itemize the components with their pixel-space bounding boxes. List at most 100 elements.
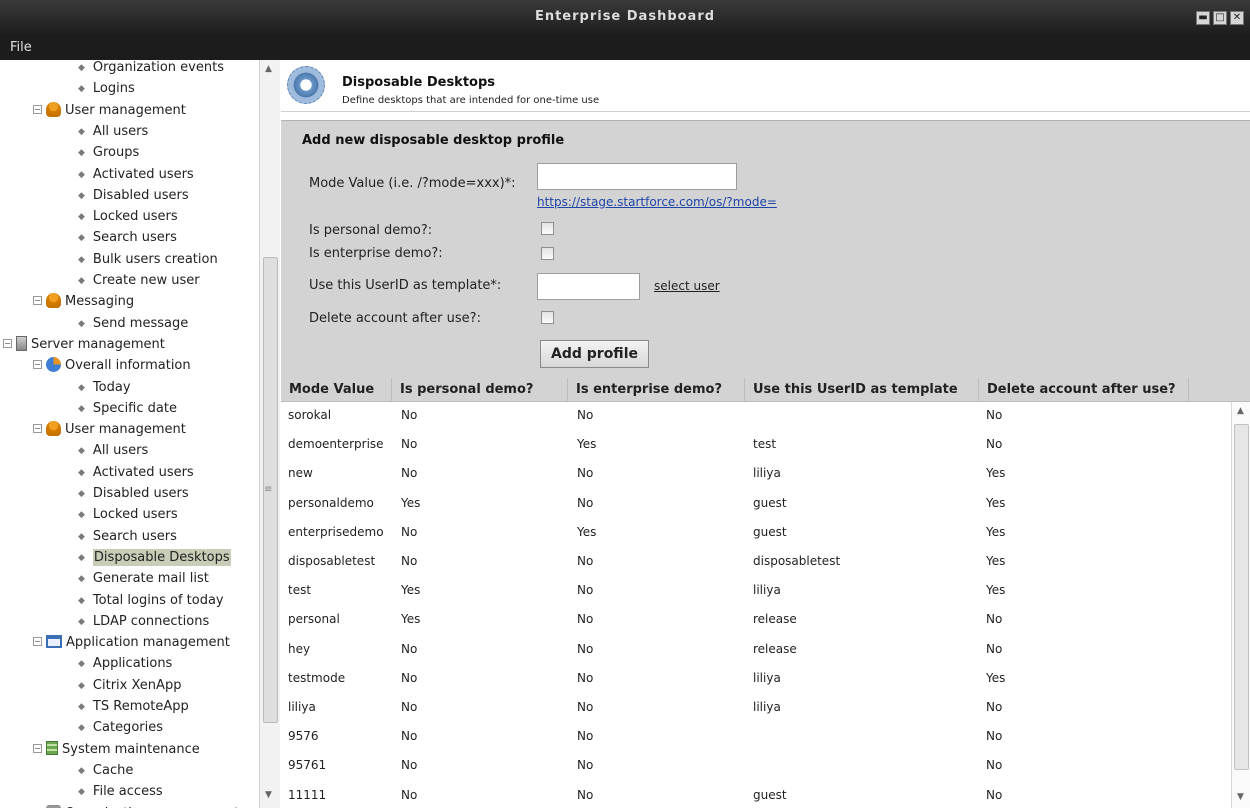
sidebar-item[interactable]: ◆ File access [78, 781, 163, 802]
sidebar-group[interactable]: − Server management [3, 334, 165, 355]
cell-enterprise-demo: No [577, 758, 594, 773]
personal-demo-checkbox[interactable] [541, 222, 554, 235]
sidebar-group[interactable]: − Overall information [33, 355, 191, 376]
enterprise-demo-checkbox[interactable] [541, 247, 554, 260]
sidebar-group[interactable]: −Organization management [33, 803, 239, 808]
sidebar-group[interactable]: − System maintenance [33, 739, 200, 760]
sidebar-item[interactable]: ◆ LDAP connections [78, 611, 209, 632]
sidebar-scrollbar[interactable]: ▲ ▼ [259, 60, 280, 808]
sidebar-item[interactable]: ◆ Citrix XenApp [78, 675, 181, 696]
sidebar-item[interactable]: ◆ Activated users [78, 462, 194, 483]
delete-after-use-checkbox[interactable] [541, 311, 554, 324]
cell-personal-demo: Yes [401, 495, 421, 510]
sidebar-item-label: Cache [92, 762, 134, 778]
close-icon[interactable]: ✕ [1230, 11, 1244, 25]
mode-value-input[interactable] [537, 163, 737, 190]
sidebar-item[interactable]: ◆ Total logins of today [78, 590, 224, 611]
table-row[interactable]: test Yes No liliya Yes [281, 577, 1231, 606]
column-header-template[interactable]: Use this UserID as template [745, 378, 979, 402]
sidebar-item-label: Bulk users creation [92, 251, 218, 267]
sidebar-item[interactable]: ◆ Specific date [78, 398, 177, 419]
collapse-icon[interactable]: − [33, 296, 42, 306]
column-header-delete-after-use[interactable]: Delete account after use? [979, 378, 1189, 402]
table-row[interactable]: demoenterprise No Yes test No [281, 431, 1231, 460]
sidebar-item[interactable]: ◆ Cache [78, 760, 133, 781]
sidebar-item[interactable]: ◆ Groups [78, 142, 139, 163]
sidebar-item[interactable]: ◆ TS RemoteApp [78, 696, 189, 717]
cell-mode-value: 11111 [288, 787, 327, 802]
collapse-icon[interactable]: − [33, 743, 42, 753]
select-user-link[interactable]: select user [654, 279, 720, 293]
sidebar-item[interactable]: ◆ Search users [78, 526, 177, 547]
sidebar-item[interactable]: ◆ Disposable Desktops [78, 547, 231, 568]
sidebar-item[interactable]: ◆ Logins [78, 78, 135, 99]
table-row[interactable]: sorokal No No No [281, 402, 1231, 431]
sidebar-item[interactable]: ◆ Applications [78, 653, 172, 674]
cell-personal-demo: No [401, 554, 418, 568]
sidebar-item[interactable]: ◆ All users [78, 440, 148, 461]
table-row[interactable]: enterprisedemo No Yes guest Yes [281, 519, 1231, 548]
add-profile-button[interactable]: Add profile [540, 340, 649, 368]
sidebar-item[interactable]: ◆ Search users [78, 227, 177, 248]
user-icon [46, 421, 61, 437]
scroll-down-icon[interactable]: ▼ [1237, 792, 1244, 802]
collapse-icon[interactable]: − [3, 338, 12, 348]
bullet-icon: ◆ [78, 574, 85, 585]
table-row[interactable]: 11111 No No guest No [281, 782, 1231, 808]
sidebar-item[interactable]: ◆ Organization events [78, 60, 224, 78]
minimize-icon[interactable]: ▬ [1196, 11, 1210, 25]
sidebar-item[interactable]: ◆ Disabled users [78, 483, 189, 504]
sidebar-item-label: Messaging [65, 294, 135, 310]
cell-enterprise-demo: No [577, 583, 594, 598]
splitter-grip-icon[interactable]: ≡ [264, 484, 272, 495]
column-header-enterprise-demo[interactable]: Is enterprise demo? [568, 378, 745, 402]
profiles-table: sorokal No No No demoenterprise No Yes test No ne… [281, 402, 1231, 808]
sidebar-item[interactable]: ◆ Generate mail list [78, 568, 209, 589]
table-row[interactable]: testmode No No liliya Yes [281, 665, 1231, 694]
cell-delete-after-use: No [986, 700, 1003, 714]
sidebar-item[interactable]: ◆ Activated users [78, 164, 194, 185]
table-row[interactable]: new No No liliya Yes [281, 460, 1231, 489]
table-row[interactable]: hey No No release No [281, 636, 1231, 665]
sidebar-item[interactable]: ◆ Categories [78, 717, 163, 738]
sidebar-item[interactable]: ◆ Today [78, 377, 131, 398]
collapse-icon[interactable]: − [33, 104, 42, 114]
column-header-personal-demo[interactable]: Is personal demo? [392, 378, 568, 402]
scroll-up-icon[interactable]: ▲ [265, 64, 272, 74]
sidebar-item-label: Search users [92, 230, 177, 246]
sidebar-item[interactable]: ◆ Disabled users [78, 185, 189, 206]
collapse-icon[interactable]: − [33, 360, 42, 370]
window-icon [46, 635, 62, 649]
server-icon [16, 335, 27, 351]
scroll-up-icon[interactable]: ▲ [1237, 406, 1244, 416]
sidebar-item-label: Search users [92, 528, 177, 544]
collapse-icon[interactable]: − [33, 637, 42, 647]
table-scrollbar[interactable]: ▲ ▼ [1231, 402, 1250, 808]
sidebar-group[interactable]: − User management [33, 100, 186, 121]
table-row[interactable]: 9576 No No No [281, 723, 1231, 752]
scroll-down-icon[interactable]: ▼ [265, 790, 272, 800]
sidebar-group[interactable]: − User management [33, 419, 186, 440]
cell-mode-value: enterprisedemo [288, 524, 384, 539]
maximize-icon[interactable]: □ [1213, 11, 1227, 25]
table-row[interactable]: personal Yes No release No [281, 606, 1231, 635]
cell-template: liliya [753, 670, 781, 685]
table-scroll-thumb[interactable] [1234, 424, 1249, 770]
sidebar-group[interactable]: − Application management [33, 632, 230, 653]
table-row[interactable]: disposabletest No No disposabletest Yes [281, 548, 1231, 577]
mode-url-link[interactable]: https://stage.startforce.com/os/?mode= [537, 195, 777, 209]
sidebar-item[interactable]: ◆ Bulk users creation [78, 249, 218, 270]
sidebar-item[interactable]: ◆ All users [78, 121, 148, 142]
sidebar-item[interactable]: ◆ Send message [78, 313, 188, 334]
sidebar-group[interactable]: − Messaging [33, 291, 134, 312]
table-row[interactable]: personaldemo Yes No guest Yes [281, 490, 1231, 519]
table-row[interactable]: 95761 No No No [281, 752, 1231, 781]
sidebar-item[interactable]: ◆ Create new user [78, 270, 200, 291]
collapse-icon[interactable]: − [33, 424, 42, 434]
sidebar-item[interactable]: ◆ Locked users [78, 504, 178, 525]
sidebar-item[interactable]: ◆ Locked users [78, 206, 178, 227]
menu-file[interactable]: File [10, 40, 32, 55]
template-userid-input[interactable] [537, 273, 640, 300]
table-row[interactable]: liliya No No liliya No [281, 694, 1231, 723]
column-header-mode-value[interactable]: Mode Value [281, 378, 392, 402]
